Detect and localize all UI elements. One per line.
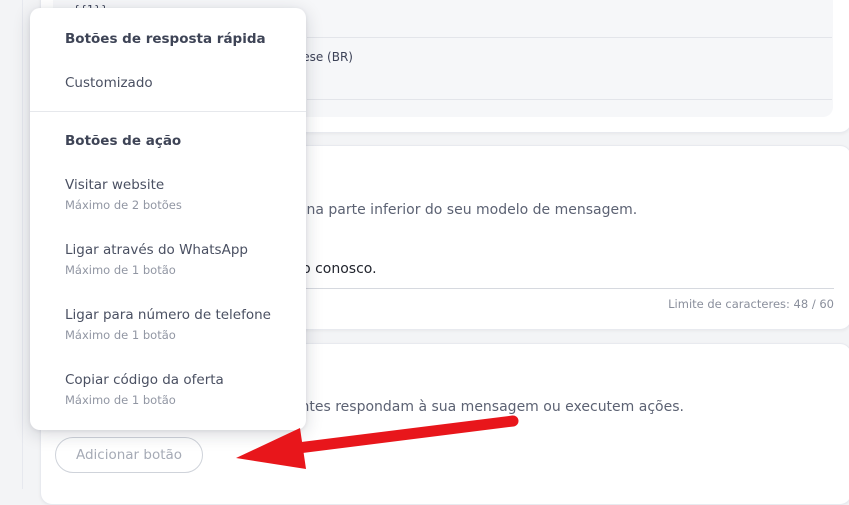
arrow-shaft (284, 415, 519, 455)
arrow-head (236, 428, 306, 469)
annotation-arrow-icon (236, 415, 519, 469)
